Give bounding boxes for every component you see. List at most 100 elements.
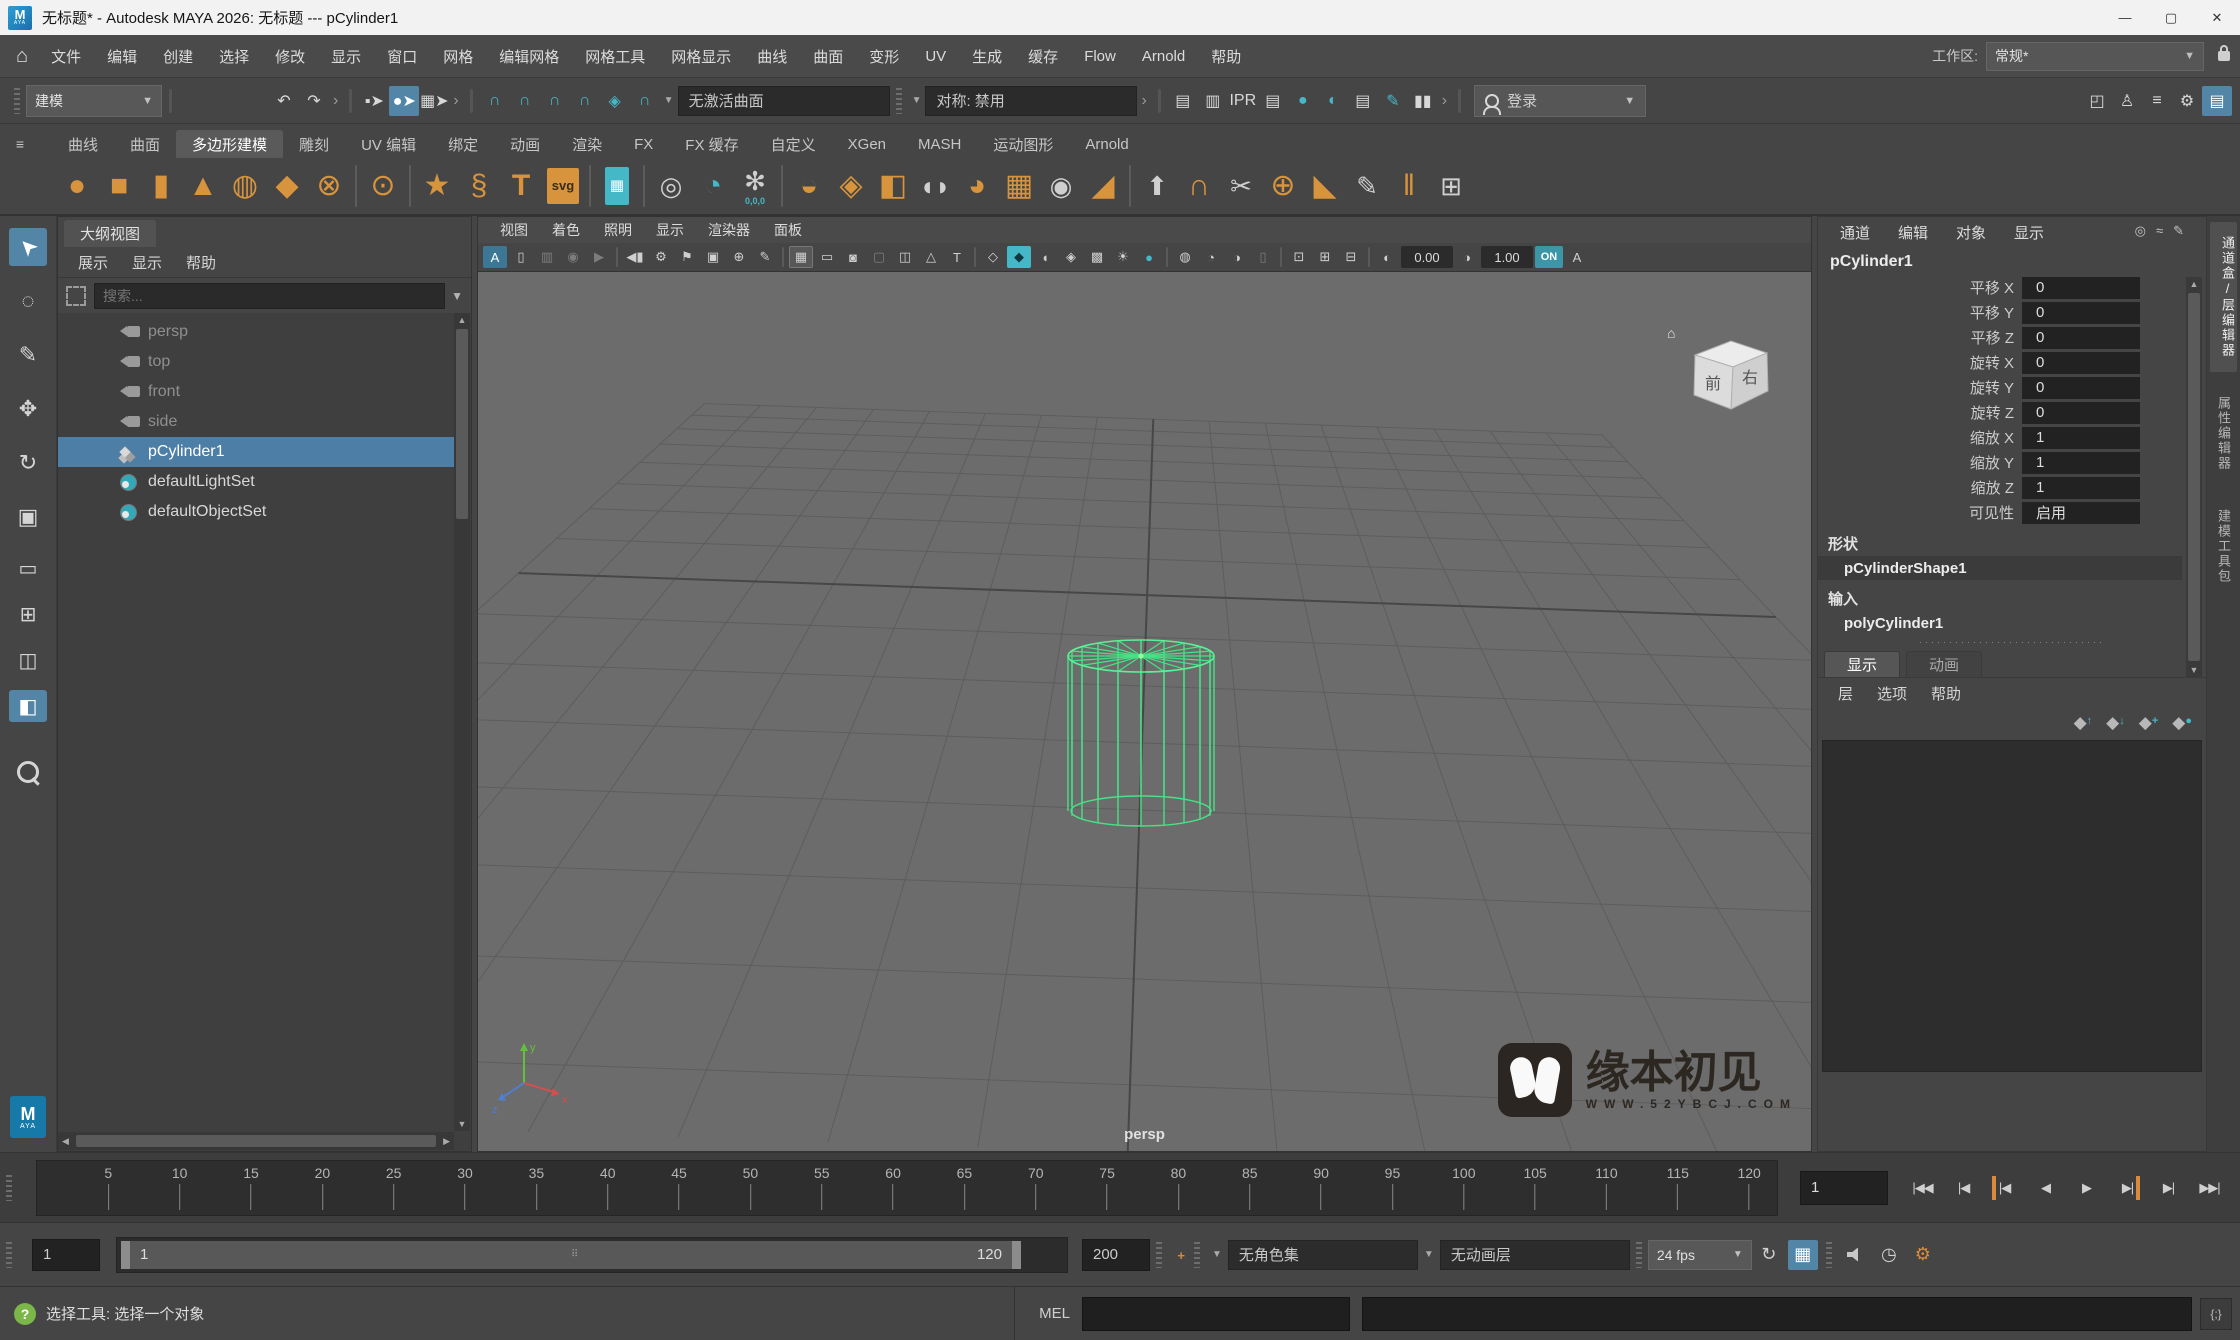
menu-item[interactable]: 修改: [262, 46, 318, 67]
workspace-select[interactable]: 常规* ▼: [1986, 42, 2204, 71]
safe-title-icon[interactable]: T: [945, 246, 969, 268]
menu-item[interactable]: Arnold: [1129, 48, 1198, 65]
layer-menu-item[interactable]: 帮助: [1919, 683, 1973, 704]
menu-item[interactable]: UV: [912, 48, 959, 65]
hypershade-icon[interactable]: ◐: [1318, 86, 1348, 116]
channel-manip-icon[interactable]: ◎: [2135, 223, 2146, 239]
grease-pencil-icon[interactable]: ✎: [753, 246, 777, 268]
viewport-menu-item[interactable]: 面板: [762, 220, 814, 240]
outliner-item[interactable]: pCylinder1: [58, 437, 454, 467]
field-chart-icon[interactable]: ◫: [893, 246, 917, 268]
step-forward-frame-button[interactable]: ▶|: [2148, 1170, 2189, 1206]
pause-icon[interactable]: ▮▮: [1408, 86, 1438, 116]
current-frame-field[interactable]: [1800, 1171, 1888, 1205]
script-editor-icon[interactable]: {;}: [2200, 1298, 2232, 1330]
clock-history-icon[interactable]: ◷: [1874, 1240, 1904, 1270]
scroll-up-icon[interactable]: ▲: [2186, 277, 2202, 291]
channel-value-field[interactable]: 0: [2022, 352, 2140, 374]
view-cube-home-icon[interactable]: ⌂: [1667, 325, 1675, 341]
make-live-icon[interactable]: ∩: [630, 86, 660, 116]
tab-modeling-toolkit[interactable]: 建模工具包: [2214, 495, 2233, 598]
shelf-tab[interactable]: 曲面: [114, 130, 176, 158]
shelf-tab[interactable]: UV 编辑: [345, 130, 432, 158]
move-layer-down-icon[interactable]: ◆↓: [2106, 713, 2125, 733]
open-scene-icon[interactable]: [209, 86, 239, 116]
shelf-tab[interactable]: MASH: [902, 130, 977, 158]
select-camera-icon[interactable]: A: [483, 246, 507, 268]
animation-end-field[interactable]: [1082, 1239, 1150, 1271]
render-settings-icon[interactable]: ●: [1288, 86, 1318, 116]
channel-box-menu-item[interactable]: 显示: [2000, 222, 2058, 243]
attribute-editor-icon[interactable]: ⚙: [2172, 86, 2202, 116]
insert-edge-loop-icon[interactable]: ‖: [1388, 164, 1430, 208]
bridge-icon[interactable]: ∩: [1178, 164, 1220, 208]
shelf-tab[interactable]: FX 缓存: [669, 130, 754, 158]
modeling-toolkit-icon[interactable]: ◰: [2082, 86, 2112, 116]
channel-value-field[interactable]: 1: [2022, 477, 2140, 499]
outliner-vscrollbar[interactable]: ▲ ▼: [454, 313, 470, 1131]
textured-icon[interactable]: ▩: [1085, 246, 1109, 268]
gamma-field[interactable]: 1.00: [1481, 246, 1533, 268]
type-text-icon[interactable]: T: [500, 164, 542, 208]
channel-box-menu-item[interactable]: 通道: [1826, 222, 1884, 243]
menu-item[interactable]: 曲线: [744, 46, 800, 67]
platonic-solid-icon[interactable]: ⊙: [362, 164, 404, 208]
sweep-mesh-icon[interactable]: §: [458, 164, 500, 208]
channel-value-field[interactable]: 0: [2022, 402, 2140, 424]
command-line-input[interactable]: [1082, 1297, 1350, 1331]
target-weld-icon[interactable]: ⊕: [1262, 164, 1304, 208]
outliner-hscrollbar[interactable]: ◀ ▶: [58, 1132, 454, 1150]
outliner-item[interactable]: top: [58, 347, 454, 377]
menu-item[interactable]: 网格: [430, 46, 486, 67]
smooth-icon[interactable]: ◕: [956, 164, 998, 208]
light-editor-icon[interactable]: ▤: [1348, 86, 1378, 116]
dof-icon[interactable]: ▯: [1251, 246, 1275, 268]
wireframe-on-shaded-icon[interactable]: ◈: [1059, 246, 1083, 268]
scroll-right-icon[interactable]: ▶: [439, 1136, 454, 1147]
viewport-menu-item[interactable]: 视图: [488, 220, 540, 240]
input-node[interactable]: polyCylinder1: [1818, 611, 2182, 635]
offset-edge-loop-icon[interactable]: ⊞: [1430, 164, 1472, 208]
lasso-tool-icon[interactable]: ◌: [9, 282, 47, 320]
extrude-icon[interactable]: ⬆: [1136, 164, 1178, 208]
shelf-tab[interactable]: 曲线: [52, 130, 114, 158]
create-empty-layer-icon[interactable]: ◆+: [2139, 713, 2159, 733]
menu-item[interactable]: 显示: [318, 46, 374, 67]
delete-history-icon[interactable]: ◔: [692, 164, 734, 208]
poly-cone-icon[interactable]: ▲: [182, 164, 224, 208]
channel-box-scrollbar[interactable]: ▲ ▼: [2186, 277, 2202, 677]
ipr-render-icon[interactable]: IPR: [1228, 86, 1258, 116]
smooth-shade-icon[interactable]: ◆: [1007, 246, 1031, 268]
range-slider[interactable]: 1 ⠿ 120: [116, 1237, 1068, 1273]
shelf-tab[interactable]: Arnold: [1069, 130, 1144, 158]
menu-item[interactable]: 生成: [959, 46, 1015, 67]
xray-icon[interactable]: ⊞: [1313, 246, 1337, 268]
scroll-down-icon[interactable]: ▼: [454, 1117, 470, 1131]
shelf-tab[interactable]: FX: [618, 130, 669, 158]
symmetry-field[interactable]: 对称: 禁用: [925, 86, 1137, 116]
channel-value-field[interactable]: 1: [2022, 427, 2140, 449]
menu-item[interactable]: Flow: [1071, 48, 1129, 65]
menu-item[interactable]: 窗口: [374, 46, 430, 67]
undo-icon[interactable]: ↶: [269, 86, 299, 116]
menu-item[interactable]: 缓存: [1015, 46, 1071, 67]
auto-keyframe-icon[interactable]: ▦: [1788, 1240, 1818, 1270]
snap-view-plane-icon[interactable]: ◈: [600, 86, 630, 116]
view-cube[interactable]: ⌂ 前 右: [1681, 329, 1781, 429]
channel-edit-icon[interactable]: ✎: [2173, 223, 2184, 239]
scale-tool-icon[interactable]: ▣: [9, 498, 47, 536]
step-back-frame-button[interactable]: |◀: [1943, 1170, 1984, 1206]
channel-object-name[interactable]: pCylinder1: [1818, 247, 2206, 275]
tab-layer-anim[interactable]: 动画: [1906, 651, 1982, 677]
gate-icon[interactable]: ▯: [509, 246, 533, 268]
svg-tool-icon[interactable]: svg: [542, 164, 584, 208]
move-layer-up-icon[interactable]: ◆↑: [2074, 713, 2093, 733]
outliner-item[interactable]: persp: [58, 317, 454, 347]
image-plane-icon[interactable]: ▣: [701, 246, 725, 268]
menu-item[interactable]: 网格工具: [572, 46, 658, 67]
separate-icon[interactable]: ◈: [830, 164, 872, 208]
select-component-icon[interactable]: ▦➤: [419, 86, 449, 116]
shelf-tab[interactable]: 自定义: [755, 130, 832, 158]
channel-value-field[interactable]: 启用: [2022, 502, 2140, 524]
shelf-tab[interactable]: 渲染: [556, 130, 618, 158]
